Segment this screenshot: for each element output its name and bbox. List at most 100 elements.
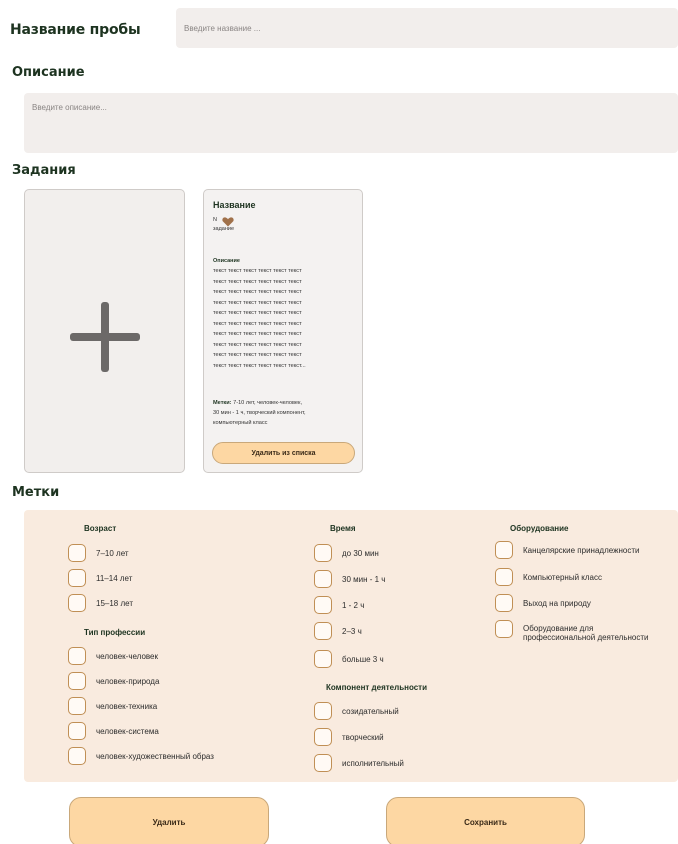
checkbox-label: творческий [342, 732, 384, 742]
equipment-option[interactable]: Компьютерный класс [495, 568, 602, 586]
checkbox[interactable] [68, 544, 86, 562]
checkbox-label: 30 мин - 1 ч [342, 574, 386, 584]
checkbox[interactable] [495, 541, 513, 559]
profession-option[interactable]: человек-система [68, 722, 159, 740]
description-line: текст текст текст текст текст текст [213, 310, 302, 316]
profession-option[interactable]: человек-природа [68, 672, 159, 690]
checkbox-label: 2–3 ч [342, 626, 362, 636]
profession-group-title: Тип профессии [84, 628, 146, 637]
activity-option[interactable]: творческий [314, 728, 384, 746]
time-option[interactable]: 1 - 2 ч [314, 596, 364, 614]
task-card-description: текст текст текст текст текст текст текс… [213, 266, 353, 371]
time-option[interactable]: больше 3 ч [314, 650, 384, 668]
checkbox-label: человек-система [96, 726, 159, 736]
checkbox-label: человек-художественный образ [96, 751, 214, 761]
task-card-number: N [213, 217, 217, 223]
remove-from-list-button[interactable]: Удалить из списка [212, 442, 355, 464]
activity-group-title: Компонент деятельности [326, 683, 428, 692]
task-card: Название N задание Описание текст текст … [203, 189, 363, 473]
label-line: профессиональной деятельности [523, 633, 649, 642]
delete-button[interactable]: Удалить [69, 797, 269, 844]
checkbox-label: Оборудование для профессиональной деятел… [523, 624, 648, 642]
tasks-label: Задания [12, 163, 76, 178]
checkbox[interactable] [314, 650, 332, 668]
equipment-option[interactable]: Выход на природу [495, 594, 591, 612]
add-task-card[interactable] [24, 189, 185, 473]
activity-option[interactable]: исполнительный [314, 754, 404, 772]
task-card-tags-label: Метки: [213, 400, 232, 406]
description-line: текст текст текст текст текст текст [213, 331, 302, 337]
age-option[interactable]: 15–18 лет [68, 594, 133, 612]
description-line: текст текст текст текст текст текст [213, 289, 302, 295]
tags-line: 7-10 лет, человек-человек, [231, 400, 302, 406]
description-line: текст текст текст текст текст текст [213, 341, 302, 348]
description-line: текст текст текст текст текст текст... [213, 362, 306, 369]
checkbox[interactable] [68, 747, 86, 765]
checkbox[interactable] [495, 594, 513, 612]
age-option[interactable]: 7–10 лет [68, 544, 129, 562]
checkbox[interactable] [68, 594, 86, 612]
checkbox-label: человек-человек [96, 651, 158, 661]
checkbox-label: 11–14 лет [96, 573, 133, 583]
label-line: Оборудование для [523, 624, 594, 633]
plus-icon [25, 190, 184, 472]
activity-option[interactable]: созидательный [314, 702, 399, 720]
equipment-option[interactable]: Канцелярские принадлежности [495, 541, 639, 559]
tags-panel: Возраст 7–10 лет 11–14 лет 15–18 лет Тип… [24, 510, 678, 782]
checkbox-label: 15–18 лет [96, 598, 133, 608]
checkbox-label: Канцелярские принадлежности [523, 545, 640, 555]
time-option[interactable]: 2–3 ч [314, 622, 362, 640]
task-card-subtitle: задание [213, 226, 235, 232]
time-option[interactable]: до 30 мин [314, 544, 379, 562]
checkbox-label: 7–10 лет [96, 548, 129, 558]
checkbox[interactable] [68, 647, 86, 665]
heart-icon[interactable] [222, 212, 234, 227]
description-field[interactable] [24, 93, 678, 153]
task-card-title: Название [213, 200, 256, 210]
task-card-description-label: Описание [213, 258, 240, 264]
checkbox[interactable] [68, 569, 86, 587]
time-option[interactable]: 30 мин - 1 ч [314, 570, 385, 588]
task-card-tags: Метки: 7-10 лет, человек-человек, 30 мин… [213, 398, 361, 428]
probe-name-input[interactable] [176, 8, 678, 48]
checkbox[interactable] [68, 722, 86, 740]
tags-label: Метки [12, 485, 60, 500]
description-line: текст текст текст текст текст текст [213, 278, 302, 285]
probe-name-label: Название пробы [10, 22, 141, 38]
checkbox[interactable] [314, 544, 332, 562]
checkbox-label: до 30 мин [342, 548, 379, 558]
description-line: текст текст текст текст текст текст [213, 320, 302, 327]
description-line: текст текст текст текст текст текст [213, 299, 302, 306]
age-option[interactable]: 11–14 лет [68, 569, 132, 587]
probe-name-field[interactable] [176, 8, 678, 48]
checkbox[interactable] [495, 568, 513, 586]
checkbox[interactable] [68, 697, 86, 715]
checkbox-label: человек-техника [96, 701, 158, 711]
tags-line: компьютерный класс [213, 420, 268, 426]
profession-option[interactable]: человек-техника [68, 697, 157, 715]
checkbox-label: 1 - 2 ч [342, 600, 365, 610]
equipment-group-title: Оборудование [510, 524, 569, 533]
description-input[interactable] [24, 93, 678, 153]
description-label: Описание [12, 65, 85, 80]
description-line: текст текст текст текст текст текст [213, 352, 302, 358]
checkbox[interactable] [495, 620, 513, 638]
checkbox[interactable] [314, 622, 332, 640]
time-group-title: Время [330, 524, 356, 533]
checkbox[interactable] [314, 596, 332, 614]
checkbox-label: Компьютерный класс [523, 572, 602, 582]
checkbox[interactable] [68, 672, 86, 690]
checkbox-label: Выход на природу [523, 598, 591, 608]
checkbox[interactable] [314, 728, 332, 746]
age-group-title: Возраст [84, 524, 117, 533]
profession-option[interactable]: человек-художественный образ [68, 747, 214, 765]
profession-option[interactable]: человек-человек [68, 647, 158, 665]
checkbox-label: человек-природа [96, 676, 160, 686]
checkbox[interactable] [314, 754, 332, 772]
checkbox-label: больше 3 ч [342, 654, 384, 664]
checkbox[interactable] [314, 702, 332, 720]
equipment-option[interactable]: Оборудование для профессиональной деятел… [495, 620, 648, 642]
checkbox-label: исполнительный [342, 758, 404, 768]
checkbox[interactable] [314, 570, 332, 588]
save-button[interactable]: Сохранить [386, 797, 585, 844]
